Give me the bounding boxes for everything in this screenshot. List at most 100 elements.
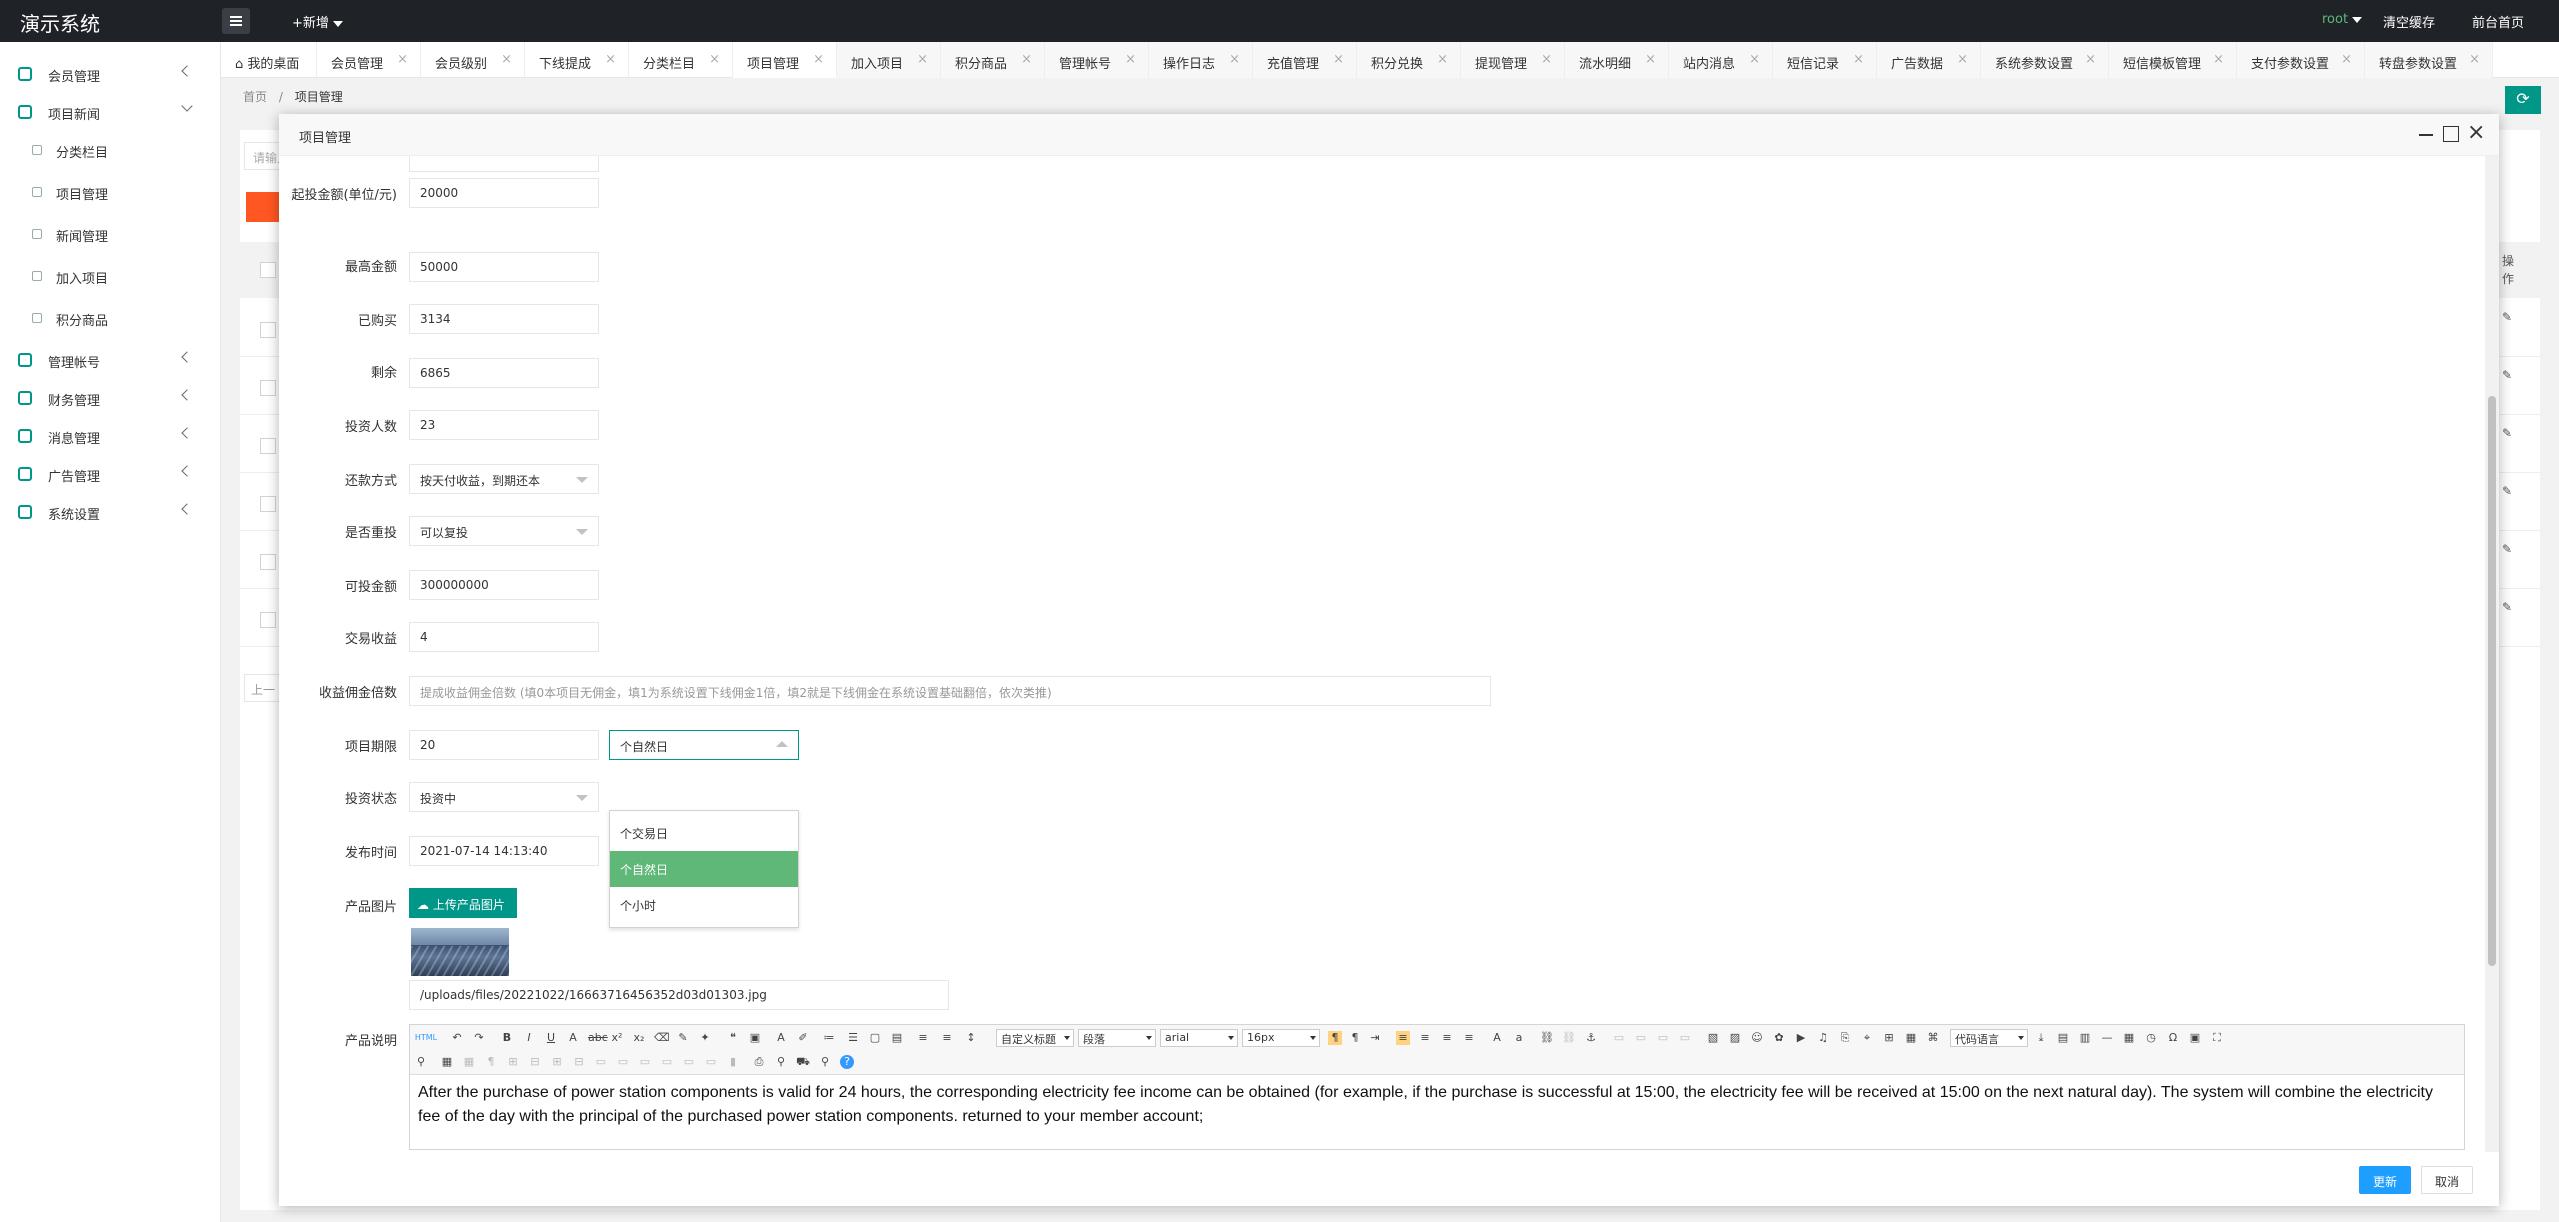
anchor-icon[interactable]: ⚓ <box>1584 1031 1598 1045</box>
delete-table-icon[interactable]: ▦ <box>462 1055 476 1069</box>
tab-points-goods[interactable]: 积分商品 × <box>941 42 1045 78</box>
maximize-icon[interactable] <box>2443 126 2459 142</box>
align-left-icon[interactable]: ≡ <box>1396 1031 1410 1045</box>
period-input[interactable]: 20 <box>409 730 599 760</box>
tab-withdraw[interactable]: 提现管理 × <box>1461 42 1565 78</box>
insert-video-icon[interactable]: ▶ <box>1794 1031 1808 1045</box>
music-icon[interactable]: ♫ <box>1816 1031 1830 1045</box>
close-icon[interactable]: × <box>1957 52 1968 67</box>
align-right-icon[interactable]: ≡ <box>1440 1031 1454 1045</box>
align-center-icon[interactable]: ≡ <box>1418 1031 1432 1045</box>
chart-icon[interactable]: ▮ <box>726 1055 740 1069</box>
edit-icon[interactable]: ✎ <box>2502 310 2512 324</box>
sidebar-sub-projects[interactable]: 项目管理 <box>0 174 221 210</box>
close-icon[interactable]: × <box>917 52 928 67</box>
commission-input[interactable]: 提成收益佣金倍数 (填0本项目无佣金，填1为系统设置下线佣金1倍，填2就是下线佣… <box>409 676 1491 706</box>
tab-admin[interactable]: 管理帐号 × <box>1045 42 1149 78</box>
close-icon[interactable]: × <box>1021 52 1032 67</box>
subscript-icon[interactable]: x₂ <box>632 1031 646 1045</box>
close-icon[interactable]: × <box>1853 52 1864 67</box>
close-icon[interactable]: × <box>1125 52 1136 67</box>
delete-col-icon[interactable]: ⊟ <box>572 1055 586 1069</box>
background-icon[interactable]: ▥ <box>2078 1031 2092 1045</box>
sidebar-item-project-news[interactable]: 项目新闻 <box>0 94 221 130</box>
bold-icon[interactable]: B <box>500 1031 514 1045</box>
image-path-input[interactable]: /uploads/files/20221022/16663716456352d0… <box>409 980 949 1010</box>
option-trading-day[interactable]: 个交易日 <box>610 815 798 851</box>
align-justify-icon[interactable]: ≡ <box>1462 1031 1476 1045</box>
row-checkbox[interactable] <box>260 554 276 570</box>
clear-cache-link[interactable]: 清空缓存 <box>2383 12 2435 31</box>
tab-wheel-params[interactable]: 转盘参数设置 × <box>2365 42 2493 78</box>
close-icon[interactable]: × <box>1229 52 1240 67</box>
insert-row-icon[interactable]: ⊞ <box>506 1055 520 1069</box>
rtl-icon[interactable]: ¶ <box>1348 1031 1362 1045</box>
insert-paragraph-icon[interactable]: ¶ <box>484 1055 498 1069</box>
print-icon[interactable]: ⎙ <box>752 1055 766 1069</box>
row-checkbox[interactable] <box>260 496 276 512</box>
repay-select[interactable]: 按天付收益，到期还本 <box>409 464 599 494</box>
remaining-input[interactable]: 6865 <box>409 358 599 388</box>
font-color-icon[interactable]: A <box>774 1031 788 1045</box>
trade-income-input[interactable]: 4 <box>409 622 599 652</box>
close-icon[interactable]: × <box>1437 52 1448 67</box>
max-amount-input[interactable]: 50000 <box>409 252 599 282</box>
hidden-field-top[interactable] <box>409 156 599 172</box>
underline-icon[interactable]: U <box>544 1031 558 1045</box>
merge-cells-icon[interactable]: ▭ <box>594 1055 608 1069</box>
tab-join-project[interactable]: 加入项目 × <box>837 42 941 78</box>
unordered-list-icon[interactable]: ☰ <box>846 1031 860 1045</box>
quote-icon[interactable]: ❝ <box>726 1031 740 1045</box>
sidebar-item-settings[interactable]: 系统设置 <box>0 494 221 530</box>
emotion-icon[interactable]: ☺ <box>1750 1031 1764 1045</box>
close-icon[interactable]: × <box>397 52 408 67</box>
font-family-select[interactable]: arial <box>1160 1029 1238 1047</box>
auto-format-icon[interactable]: ✦ <box>698 1031 712 1045</box>
line-height-icon[interactable]: ↕ <box>964 1031 978 1045</box>
edit-icon[interactable]: ✎ <box>2502 600 2512 614</box>
close-icon[interactable]: × <box>2213 52 2224 67</box>
menu-toggle-button[interactable] <box>222 8 250 34</box>
delete-row-icon[interactable]: ⊟ <box>528 1055 542 1069</box>
sidebar-item-admin[interactable]: 管理帐号 <box>0 342 221 378</box>
attachment-icon[interactable]: ⎘ <box>1838 1031 1852 1045</box>
time-icon[interactable]: ◷ <box>2144 1031 2158 1045</box>
highlight-icon[interactable]: ✐ <box>796 1031 810 1045</box>
heading-select[interactable]: 自定义标题 <box>996 1029 1074 1047</box>
select-all-checkbox[interactable] <box>260 262 276 278</box>
close-icon[interactable]: × <box>1645 52 1656 67</box>
tab-member-level[interactable]: 会员级别 × <box>421 42 525 78</box>
tab-system-params[interactable]: 系统参数设置 × <box>1981 42 2109 78</box>
close-icon[interactable]: × <box>709 52 720 67</box>
close-icon[interactable]: × <box>605 52 616 67</box>
sidebar-sub-points-goods[interactable]: 积分商品 <box>0 300 221 336</box>
html-source-icon[interactable]: HTML <box>414 1031 438 1045</box>
strikethrough-icon[interactable]: abc <box>588 1031 608 1045</box>
split-rows-icon[interactable]: ▭ <box>682 1055 696 1069</box>
refresh-button[interactable]: ⟳ <box>2505 86 2541 114</box>
insert-table-icon[interactable]: ▦ <box>440 1055 454 1069</box>
page-break-icon[interactable]: ⤓ <box>2034 1031 2048 1045</box>
reinvest-select[interactable]: 可以复投 <box>409 516 599 546</box>
insert-frame-icon[interactable]: ▦ <box>1904 1031 1918 1045</box>
breadcrumb-home[interactable]: 首页 <box>243 90 267 104</box>
code-language-select[interactable]: 代码语言 <box>1950 1029 2028 1047</box>
help-icon[interactable]: ? <box>840 1055 854 1069</box>
uppercase-icon[interactable]: A <box>1490 1031 1504 1045</box>
edit-icon[interactable]: ✎ <box>2502 426 2512 440</box>
ltr-icon[interactable]: ¶ <box>1328 1031 1342 1045</box>
close-icon[interactable]: × <box>1333 52 1344 67</box>
tab-category[interactable]: 分类栏目 × <box>629 42 733 78</box>
upload-image-button[interactable]: ☁ 上传产品图片 <box>409 888 517 918</box>
undo-icon[interactable]: ↶ <box>450 1031 464 1045</box>
eraser-icon[interactable]: ⌫ <box>654 1031 670 1045</box>
pager-prev[interactable]: 上一 <box>244 674 284 702</box>
update-button[interactable]: 更新 <box>2359 1166 2411 1194</box>
option-hour[interactable]: 个小时 <box>610 887 798 923</box>
sidebar-item-finance[interactable]: 财务管理 <box>0 380 221 416</box>
cancel-button[interactable]: 取消 <box>2421 1166 2473 1194</box>
row-checkbox[interactable] <box>260 322 276 338</box>
minimize-icon[interactable] <box>2419 134 2433 136</box>
tab-recharge[interactable]: 充值管理 × <box>1253 42 1357 78</box>
wordimage-icon[interactable]: ▣ <box>2188 1031 2202 1045</box>
